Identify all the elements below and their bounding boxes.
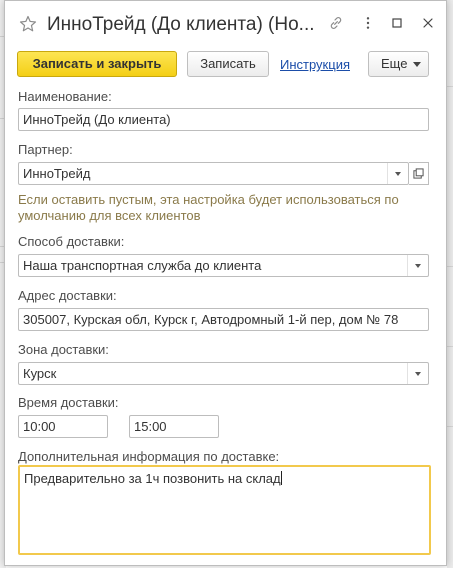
name-label: Наименование: (18, 89, 112, 104)
text-caret (280, 471, 282, 485)
save-button[interactable]: Записать (187, 51, 269, 77)
command-bar: Записать и закрыть Записать Инструкция Е… (5, 51, 446, 79)
background-divider (447, 346, 453, 347)
extra-info-label: Дополнительная информация по доставке: (18, 449, 280, 464)
maximize-icon[interactable] (389, 15, 405, 31)
background-divider (447, 266, 453, 267)
delivery-method-value: Наша транспортная служба до клиента (23, 258, 262, 273)
more-button-label: Еще (381, 56, 408, 71)
extra-info-text: Предварительно за 1ч позвонить на склад (24, 471, 281, 486)
instruction-link[interactable]: Инструкция (280, 57, 350, 72)
more-vertical-icon[interactable] (360, 15, 376, 31)
close-icon[interactable] (420, 15, 436, 31)
chevron-down-icon[interactable] (407, 363, 428, 384)
delivery-method-label: Способ доставки: (18, 234, 125, 249)
delivery-time-from-input[interactable]: 10:00 (18, 415, 108, 438)
name-input[interactable]: ИнноТрейд (До клиента) (18, 108, 429, 131)
partner-hint-line2: умолчанию для всех клиентов (18, 208, 201, 223)
delivery-time-label: Время доставки: (18, 395, 119, 410)
save-and-close-button[interactable]: Записать и закрыть (17, 51, 177, 77)
extra-info-textarea[interactable]: Предварительно за 1ч позвонить на склад (18, 465, 431, 555)
partner-open-button[interactable] (409, 162, 429, 185)
background-divider (447, 426, 453, 427)
title-bar: ИнноТрейд (До клиента) (Но... (5, 1, 446, 45)
delivery-zone-value: Курск (23, 366, 57, 381)
partner-hint: Если оставить пустым, эта настройка буде… (18, 192, 418, 224)
form-window: ИнноТрейд (До клиента) (Но... Записать и… (4, 0, 447, 566)
partner-select[interactable]: ИнноТрейд (18, 162, 409, 185)
chevron-down-icon[interactable] (407, 255, 428, 276)
background-divider (447, 86, 453, 87)
link-icon[interactable] (328, 15, 344, 31)
delivery-method-select[interactable]: Наша транспортная служба до клиента (18, 254, 429, 277)
partner-value: ИнноТрейд (23, 166, 91, 181)
chevron-down-icon[interactable] (387, 163, 408, 184)
delivery-time-to-input[interactable]: 15:00 (129, 415, 219, 438)
delivery-address-input[interactable]: 305007, Курская обл, Курск г, Автодромны… (18, 308, 429, 331)
delivery-zone-select[interactable]: Курск (18, 362, 429, 385)
chevron-down-icon (413, 62, 421, 67)
star-icon[interactable] (19, 15, 37, 33)
delivery-address-label: Адрес доставки: (18, 288, 117, 303)
partner-hint-line1: Если оставить пустым, эта настройка буде… (18, 192, 399, 207)
open-form-icon (413, 168, 424, 179)
delivery-zone-label: Зона доставки: (18, 342, 109, 357)
window-title: ИнноТрейд (До клиента) (Но... (47, 14, 315, 35)
partner-label: Партнер: (18, 142, 73, 157)
more-button[interactable]: Еще (368, 51, 429, 77)
